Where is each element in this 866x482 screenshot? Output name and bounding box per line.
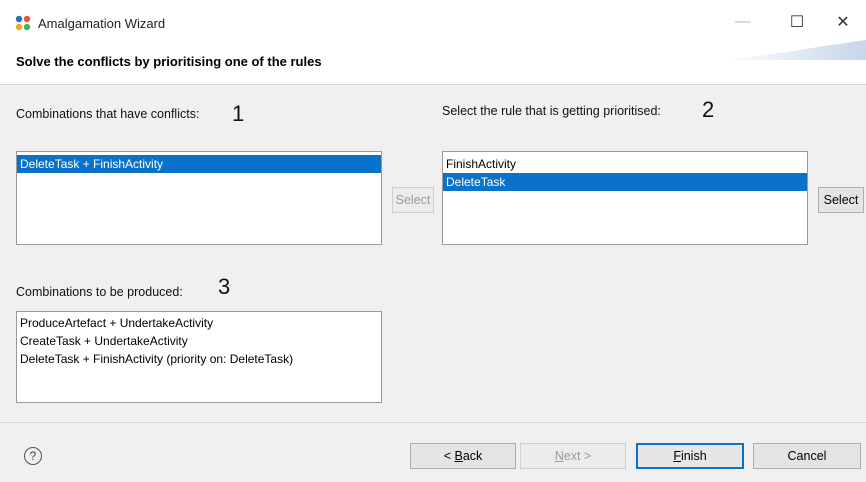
finish-rest: inish	[680, 449, 707, 463]
cancel-button[interactable]: Cancel	[753, 443, 861, 469]
finish-mnemonic: F	[673, 449, 681, 463]
rule-label: Select the rule that is getting prioriti…	[442, 104, 661, 118]
back-mnemonic: B	[454, 449, 463, 463]
window-title: Amalgamation Wizard	[38, 16, 166, 31]
help-icon[interactable]: ?	[24, 447, 42, 465]
list-item[interactable]: DeleteTask + FinishActivity	[17, 155, 381, 173]
conflicts-label: Combinations that have conflicts:	[16, 107, 200, 121]
select-conflict-button[interactable]: Select	[392, 187, 434, 213]
page-title: Solve the conflicts by prioritising one …	[16, 54, 322, 69]
step-number-3: 3	[218, 274, 231, 299]
maximize-button[interactable]: ☐	[774, 4, 820, 40]
produced-list[interactable]: ProduceArtefact + UndertakeActivity Crea…	[16, 311, 382, 403]
rule-list[interactable]: FinishActivity DeleteTask	[442, 151, 808, 245]
next-rest: ext >	[563, 449, 592, 463]
list-item[interactable]: ProduceArtefact + UndertakeActivity	[17, 314, 381, 332]
close-button[interactable]: ✕	[820, 4, 866, 40]
conflicts-list[interactable]: DeleteTask + FinishActivity	[16, 151, 382, 245]
next-mnemonic: N	[554, 449, 564, 463]
list-item[interactable]: DeleteTask + FinishActivity (priority on…	[17, 350, 381, 368]
list-item[interactable]: DeleteTask	[443, 173, 807, 191]
next-button[interactable]: Next >	[520, 443, 626, 469]
produced-label: Combinations to be produced:	[16, 285, 183, 299]
header-swoosh-graphic	[720, 40, 866, 60]
app-icon	[15, 15, 31, 31]
back-prefix: <	[443, 449, 455, 463]
finish-button[interactable]: Finish	[636, 443, 744, 469]
back-rest: ack	[462, 449, 483, 463]
list-item[interactable]: CreateTask + UndertakeActivity	[17, 332, 381, 350]
select-rule-button[interactable]: Select	[818, 187, 864, 213]
back-button[interactable]: < Back	[410, 443, 516, 469]
step-number-2: 2	[702, 97, 715, 122]
step-number-1: 1	[232, 101, 245, 126]
minimize-button[interactable]: —	[720, 4, 766, 40]
list-item[interactable]: FinishActivity	[443, 155, 807, 173]
